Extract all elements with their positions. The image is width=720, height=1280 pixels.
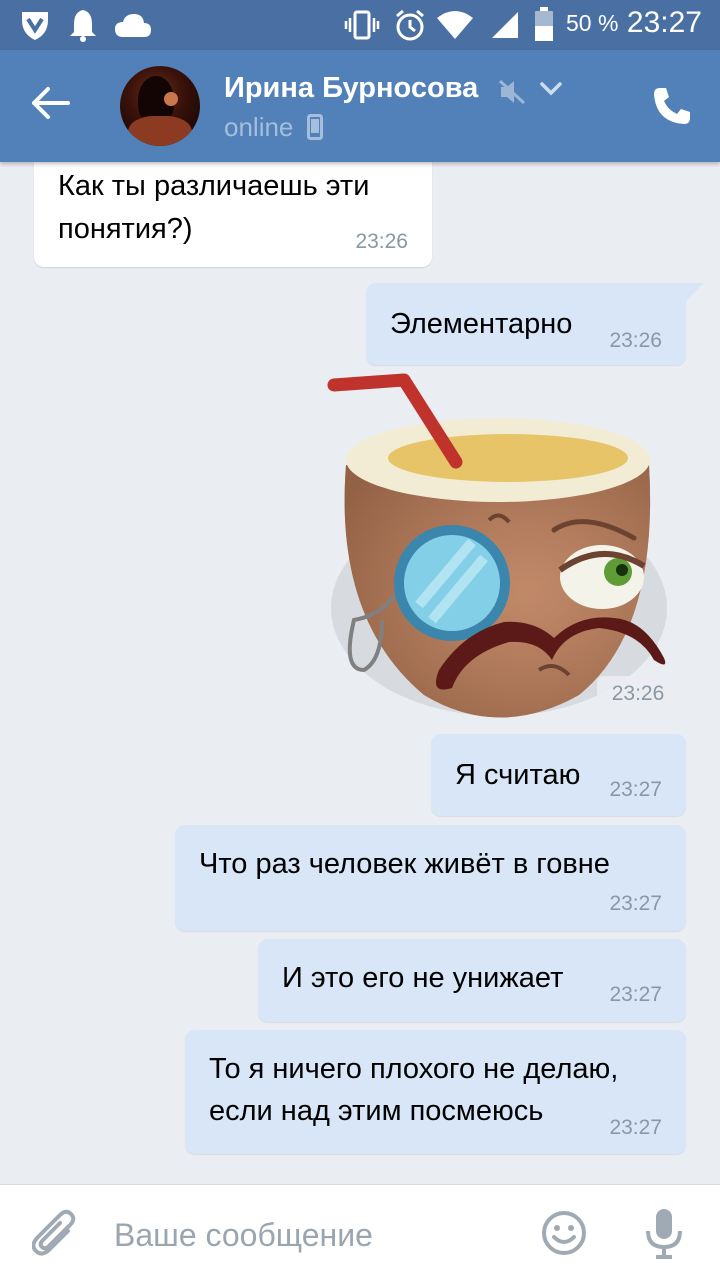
chat-header: Ирина Бурносова online	[0, 50, 720, 162]
message-time: 23:27	[609, 892, 662, 915]
mute-icon	[498, 79, 526, 105]
message-composer	[0, 1184, 720, 1280]
message-text-line: Что раз человек живёт в говне	[199, 848, 610, 880]
message-text-line: И это его не унижает	[282, 962, 564, 994]
notification-bell-icon	[70, 10, 96, 42]
vpn-shield-icon	[22, 12, 48, 40]
status-time: 23:27	[626, 6, 702, 39]
message-bubble-outgoing[interactable]: И это его не унижает 23:27	[258, 939, 686, 1022]
mobile-device-icon	[306, 114, 323, 140]
wifi-icon	[437, 11, 473, 39]
cloud-icon	[115, 14, 151, 37]
message-bubble-outgoing[interactable]: Что раз человек живёт в говне 23:27	[175, 825, 686, 931]
call-button[interactable]	[640, 78, 702, 134]
message-text-line: понятия?)	[58, 213, 193, 245]
message-time: 23:26	[355, 230, 408, 253]
phone-icon	[654, 88, 690, 124]
sticker-time: 23:26	[597, 676, 679, 712]
message-bubble-outgoing[interactable]: Я считаю 23:27	[431, 734, 686, 816]
message-time: 23:27	[609, 778, 662, 801]
message-bubble-outgoing[interactable]: То я ничего плохого не делаю, если над э…	[185, 1030, 686, 1154]
microphone-icon[interactable]	[644, 1207, 684, 1261]
message-text-line: Как ты различаешь эти	[58, 170, 370, 202]
emoji-icon[interactable]	[540, 1209, 588, 1257]
battery-icon	[535, 7, 553, 41]
message-text-line: Элементарно	[390, 308, 573, 340]
paperclip-icon[interactable]	[32, 1209, 78, 1259]
bubble-tail	[684, 283, 704, 301]
message-text-line: если над этим посмеюсь	[209, 1095, 544, 1127]
alarm-icon	[396, 9, 424, 41]
message-text-line: Я считаю	[455, 759, 581, 791]
back-arrow-icon	[32, 87, 70, 119]
back-button[interactable]	[30, 86, 80, 126]
message-time: 23:27	[609, 1116, 662, 1139]
contact-name[interactable]: Ирина Бурносова	[224, 72, 478, 105]
online-status-text: online	[224, 112, 294, 142]
message-text-line: То я ничего плохого не делаю,	[209, 1053, 619, 1085]
vibrate-icon	[344, 10, 380, 40]
battery-percent: 50 %	[566, 10, 619, 36]
chevron-down-icon[interactable]	[540, 82, 562, 96]
online-status: online	[224, 112, 323, 143]
avatar[interactable]	[120, 66, 200, 146]
message-bubble-outgoing[interactable]: Элементарно 23:26	[366, 283, 686, 365]
signal-icon	[492, 12, 518, 38]
status-bar: 50 % 23:27	[0, 0, 720, 50]
sticker-coconut[interactable]	[324, 370, 674, 722]
message-time: 23:26	[609, 329, 662, 352]
message-time: 23:27	[609, 983, 662, 1006]
message-input[interactable]	[114, 1213, 514, 1257]
